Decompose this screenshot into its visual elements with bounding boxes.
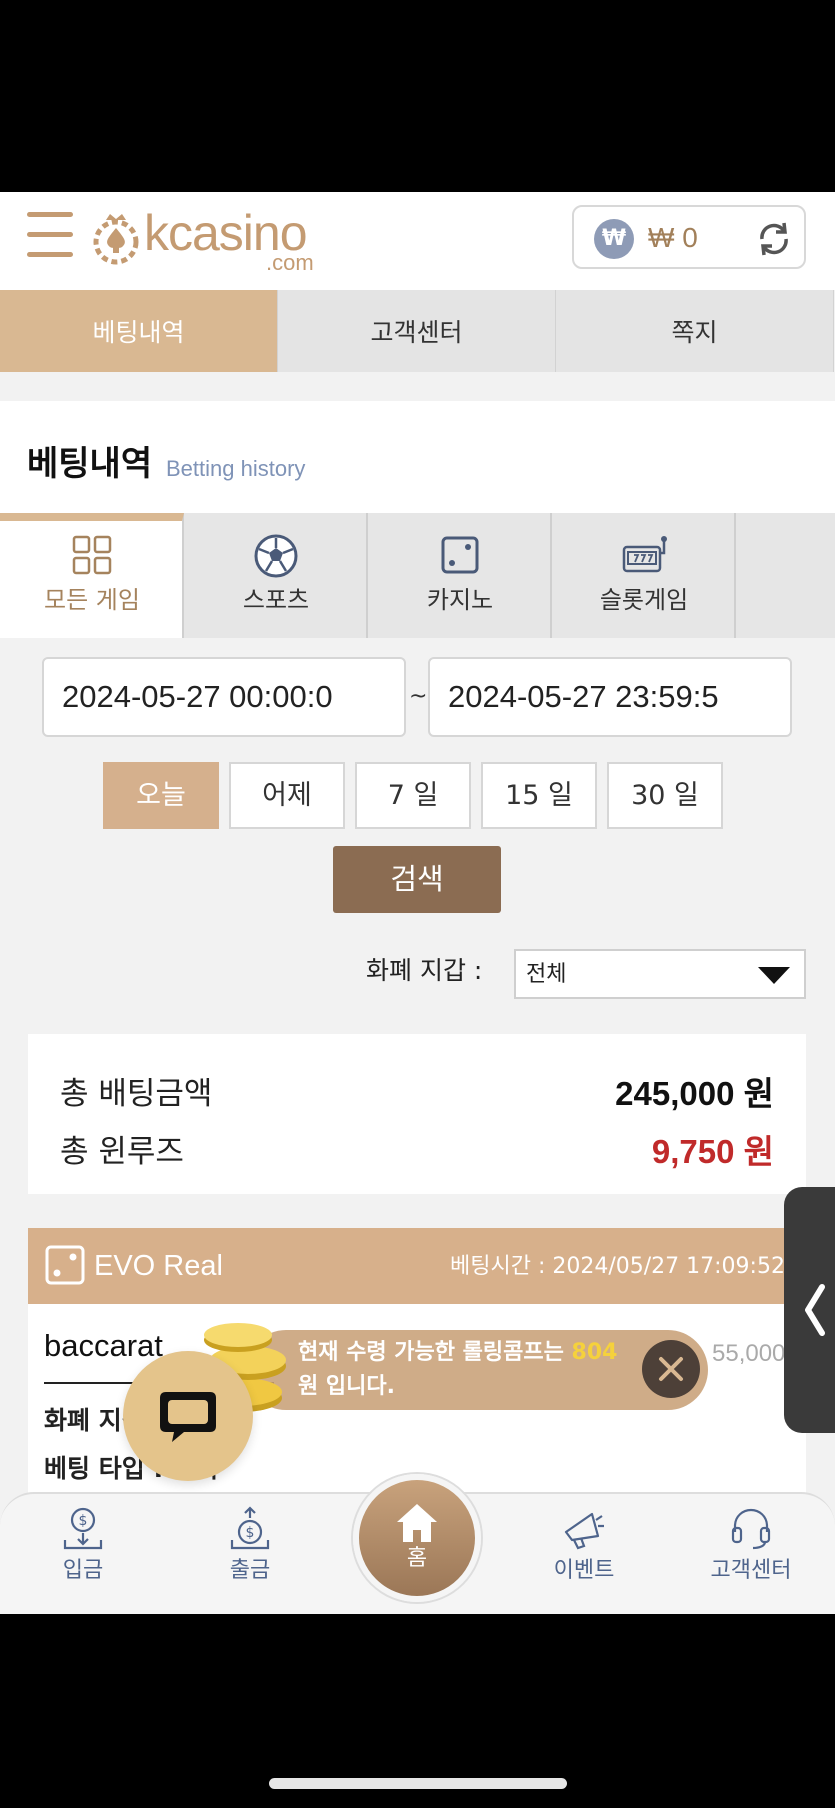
bet-amount: 55,000 bbox=[712, 1340, 786, 1367]
won-currency-icon: ₩ bbox=[594, 219, 634, 259]
wallet-filter-select[interactable]: 전체 bbox=[514, 949, 806, 999]
page-subtitle: Betting history bbox=[166, 456, 306, 481]
wallet-balance: ₩ 0 bbox=[648, 222, 698, 253]
total-winloss-row: 총 윈루즈 9,750 원 bbox=[60, 1130, 774, 1174]
total-bet-value: 245,000 원 bbox=[615, 1075, 774, 1112]
nav-label: 홈 bbox=[406, 1546, 428, 1571]
category-label: 스포츠 bbox=[242, 586, 310, 614]
end-date-input[interactable]: 2024-05-27 23:59:5 bbox=[428, 657, 792, 737]
nav-label: 이벤트 bbox=[553, 1558, 615, 1583]
search-button[interactable]: 검색 bbox=[333, 846, 501, 913]
grid-icon bbox=[72, 535, 112, 575]
bottom-navigation: $ 입금 $ 출금 홈 이벤트 고객센터 bbox=[0, 1474, 835, 1614]
logo-domain: .com bbox=[266, 250, 314, 275]
category-sports[interactable]: 스포츠 bbox=[184, 513, 368, 638]
quick-range-buttons: 오늘 어제 7 일 15 일 30 일 bbox=[103, 762, 723, 829]
category-label: 모든 게임 bbox=[44, 586, 140, 614]
game-category-tabs: 모든 게임 스포츠 카지노 슬롯게임 bbox=[0, 513, 835, 638]
tab-betting-history[interactable]: 베팅내역 bbox=[0, 290, 278, 372]
betting-summary: 총 배팅금액 245,000 원 총 윈루즈 9,750 원 bbox=[28, 1034, 806, 1194]
megaphone-icon bbox=[564, 1512, 604, 1550]
tab-messages[interactable]: 쪽지 bbox=[556, 290, 834, 372]
category-all-games[interactable]: 모든 게임 bbox=[0, 513, 184, 638]
wallet-filter-label: 화폐 지갑 : bbox=[366, 956, 483, 985]
category-casino[interactable]: 카지노 bbox=[368, 513, 552, 638]
withdraw-icon: $ bbox=[230, 1506, 270, 1550]
kcasino-logo[interactable]: kcasino .com bbox=[92, 206, 332, 274]
app-header: kcasino .com ₩ ₩ 0 bbox=[0, 192, 835, 290]
range-today-button[interactable]: 오늘 bbox=[103, 762, 219, 829]
bet-game-name: baccarat bbox=[44, 1328, 163, 1363]
chevron-left-icon bbox=[805, 1284, 825, 1336]
category-mini[interactable]: 미니 bbox=[736, 513, 835, 638]
start-date-input[interactable]: 2024-05-27 00:00:0 bbox=[42, 657, 406, 737]
status-bar-area bbox=[0, 0, 835, 192]
soccer-ball-icon bbox=[254, 534, 298, 578]
chat-bubble-icon bbox=[160, 1392, 216, 1442]
side-panel-handle[interactable] bbox=[784, 1187, 835, 1433]
bet-record-header: EVO Real 베팅시간 : 2024/05/27 17:09:52 bbox=[28, 1228, 806, 1304]
tab-customer-center[interactable]: 고객센터 bbox=[278, 290, 556, 372]
live-chat-button[interactable] bbox=[123, 1351, 253, 1481]
top-tab-bar: 베팅내역 고객센터 쪽지 bbox=[0, 290, 835, 372]
svg-text:$: $ bbox=[79, 1513, 88, 1529]
app-screen: kcasino .com ₩ ₩ 0 베팅내역 고객센터 쪽지 베팅내역 Bet… bbox=[0, 192, 835, 1614]
nav-withdraw[interactable]: $ 출금 bbox=[180, 1494, 320, 1614]
dice-icon bbox=[45, 1245, 85, 1285]
toast-close-button[interactable] bbox=[642, 1340, 700, 1398]
nav-label: 출금 bbox=[229, 1558, 271, 1583]
rolling-comp-toast: 현재 수령 가능한 롤링콤프는 804 원 입니다. bbox=[246, 1330, 708, 1410]
wallet-filter-value: 전체 bbox=[526, 962, 567, 987]
wallet-balance-box: ₩ ₩ 0 bbox=[572, 205, 806, 269]
dice-icon bbox=[441, 536, 479, 574]
nav-label: 입금 bbox=[62, 1558, 104, 1583]
section-title-panel: 베팅내역 Betting history bbox=[0, 401, 835, 513]
nav-label: 고객센터 bbox=[710, 1558, 792, 1583]
home-indicator[interactable] bbox=[269, 1778, 567, 1789]
close-icon bbox=[659, 1357, 683, 1381]
home-button[interactable]: 홈 bbox=[353, 1474, 481, 1602]
headset-icon bbox=[731, 1508, 771, 1550]
nav-events[interactable]: 이벤트 bbox=[514, 1494, 654, 1614]
caret-down-icon bbox=[758, 967, 790, 984]
rolling-comp-amount: 804 bbox=[571, 1340, 618, 1365]
total-winloss-label: 총 윈루즈 bbox=[60, 1134, 184, 1170]
total-bet-row: 총 배팅금액 245,000 원 bbox=[60, 1072, 774, 1116]
bet-provider: EVO Real bbox=[94, 1250, 223, 1282]
toast-message: 현재 수령 가능한 롤링콤프는 804 원 입니다. bbox=[298, 1340, 618, 1399]
range-30-days-button[interactable]: 30 일 bbox=[607, 762, 723, 829]
deposit-icon: $ bbox=[63, 1507, 103, 1550]
hamburger-menu-button[interactable] bbox=[27, 212, 75, 260]
page-title: 베팅내역 bbox=[27, 444, 153, 484]
refresh-icon[interactable] bbox=[754, 219, 794, 259]
bet-time: 베팅시간 : 2024/05/27 17:09:52 bbox=[450, 1254, 785, 1279]
poker-chip-logo-icon bbox=[93, 214, 139, 265]
category-slots[interactable]: 슬롯게임 bbox=[552, 513, 736, 638]
total-bet-label: 총 배팅금액 bbox=[60, 1076, 213, 1112]
range-15-days-button[interactable]: 15 일 bbox=[481, 762, 597, 829]
nav-deposit[interactable]: $ 입금 bbox=[13, 1494, 153, 1614]
slot-machine-icon bbox=[622, 536, 667, 573]
home-icon bbox=[397, 1504, 437, 1542]
range-yesterday-button[interactable]: 어제 bbox=[229, 762, 345, 829]
date-range-separator: ~ bbox=[409, 684, 428, 709]
svg-text:$: $ bbox=[246, 1525, 255, 1541]
category-label: 슬롯게임 bbox=[599, 586, 689, 614]
range-7-days-button[interactable]: 7 일 bbox=[355, 762, 471, 829]
nav-customer-center[interactable]: 고객센터 bbox=[681, 1494, 821, 1614]
total-winloss-value: 9,750 원 bbox=[651, 1133, 774, 1170]
category-label: 카지노 bbox=[426, 586, 494, 614]
